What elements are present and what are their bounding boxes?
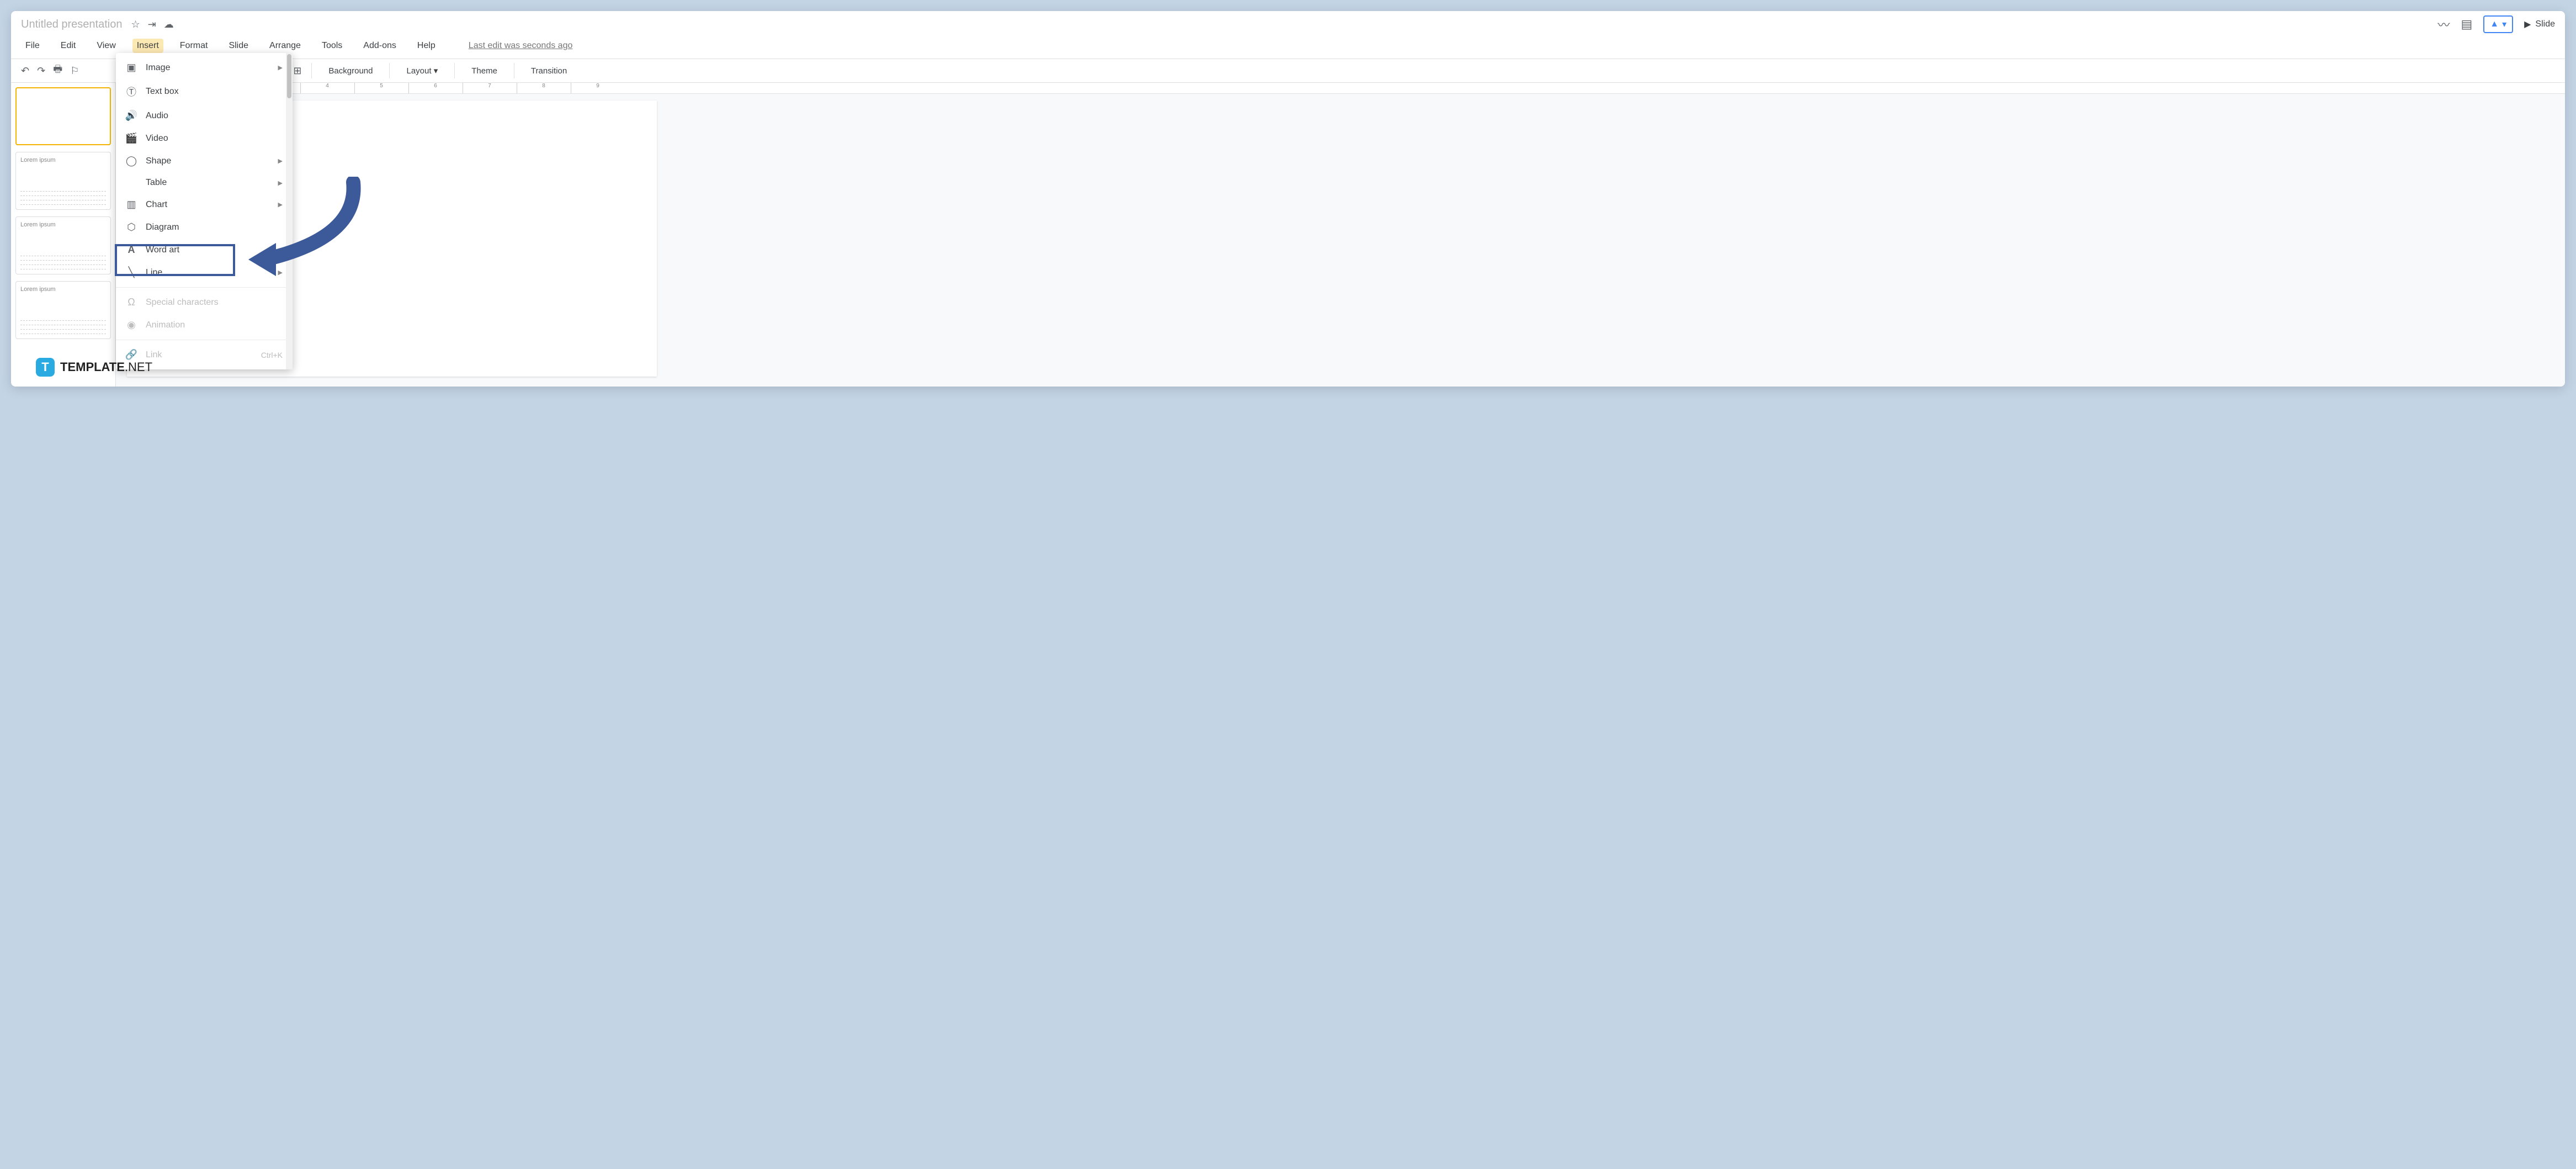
separator — [389, 63, 390, 78]
theme-button[interactable]: Theme — [465, 63, 504, 79]
special-chars-icon: Ω — [126, 297, 137, 308]
menubar: File Edit View Insert Format Slide Arran… — [11, 36, 2565, 59]
app-window: Untitled presentation ☆ ⇥ ☁ 〰 ▤ ▲ ▾ ▶ Sl… — [11, 11, 2565, 387]
title-icons: ☆ ⇥ ☁ — [131, 19, 173, 30]
thumb-label: Lorem ipsum — [20, 286, 56, 293]
document-title[interactable]: Untitled presentation — [21, 18, 122, 31]
slide-thumbnail[interactable]: Lorem ipsum — [15, 281, 111, 339]
titlebar: Untitled presentation ☆ ⇥ ☁ 〰 ▤ ▲ ▾ ▶ Sl… — [11, 11, 2565, 36]
dd-shape[interactable]: ◯Shape▶ — [116, 150, 293, 172]
slideshow-label: Slide — [2535, 19, 2555, 29]
diagram-icon: ⬡ — [126, 221, 137, 233]
present-button[interactable]: ▲ ▾ — [2483, 15, 2513, 33]
ruler-mark: 6 — [408, 83, 463, 93]
dd-audio[interactable]: 🔊Audio — [116, 104, 293, 127]
logo-text: TEMPLATE.NET — [60, 360, 152, 374]
logo-icon: T — [36, 358, 55, 377]
video-icon: 🎬 — [126, 133, 137, 144]
slide-thumbnail[interactable] — [15, 87, 111, 145]
cloud-icon[interactable]: ☁ — [164, 19, 174, 30]
canvas-area: 1 2 3 4 5 6 7 8 9 — [116, 83, 2565, 387]
ruler-mark: 5 — [354, 83, 408, 93]
menu-help[interactable]: Help — [413, 39, 440, 53]
comments-icon[interactable]: ▤ — [2461, 17, 2472, 31]
horizontal-ruler: 1 2 3 4 5 6 7 8 9 — [116, 83, 2565, 94]
watermark-logo: T TEMPLATE.NET — [36, 358, 152, 377]
print-icon[interactable]: 🖶 — [53, 62, 62, 79]
menu-arrange[interactable]: Arrange — [265, 39, 305, 53]
dd-special-chars: ΩSpecial characters — [116, 291, 293, 314]
menu-view[interactable]: View — [92, 39, 120, 53]
menu-insert[interactable]: Insert — [132, 39, 163, 53]
slide-thumbnail[interactable]: Lorem ipsum — [15, 152, 111, 210]
line-icon: ╲ — [126, 267, 137, 278]
slide-thumbnail[interactable]: Lorem ipsum — [15, 216, 111, 274]
slide-panel: Lorem ipsum Lorem ipsum Lorem ipsum — [11, 83, 116, 387]
content-area: Lorem ipsum Lorem ipsum Lorem ipsum 1 2 … — [11, 83, 2565, 387]
redo-icon[interactable]: ↷ — [37, 65, 45, 77]
present-dropdown-icon: ▾ — [2502, 19, 2506, 30]
undo-icon[interactable]: ↶ — [21, 65, 29, 77]
chevron-right-icon: ▶ — [278, 157, 283, 165]
background-button[interactable]: Background — [322, 63, 379, 79]
annotation-arrow — [243, 177, 370, 276]
new-slide-icon[interactable]: ⊞ — [293, 65, 301, 77]
paint-format-icon[interactable]: ⚐ — [70, 65, 79, 77]
dd-animation: ◉Animation — [116, 314, 293, 336]
separator — [311, 63, 312, 78]
shortcut-label: Ctrl+K — [261, 351, 283, 359]
audio-icon: 🔊 — [126, 110, 137, 121]
wordart-icon: A — [126, 244, 137, 256]
present-up-icon: ▲ — [2490, 19, 2499, 29]
last-edit-link[interactable]: Last edit was seconds ago — [469, 41, 573, 51]
ruler-mark: 7 — [463, 83, 517, 93]
chevron-right-icon: ▶ — [278, 64, 283, 71]
thumb-label: Lorem ipsum — [20, 221, 56, 228]
divider — [116, 287, 293, 288]
transition-button[interactable]: Transition — [524, 63, 573, 79]
play-icon: ▶ — [2524, 19, 2531, 30]
dd-image[interactable]: ▣Image▶ — [116, 56, 293, 79]
thumb-lines — [20, 187, 106, 205]
ruler-mark: 8 — [517, 83, 571, 93]
dd-textbox[interactable]: ⓉText box — [116, 79, 293, 104]
menu-addons[interactable]: Add-ons — [359, 39, 401, 53]
image-icon: ▣ — [126, 62, 137, 73]
title-right: 〰 ▤ ▲ ▾ ▶ Slide — [2437, 15, 2555, 33]
menu-file[interactable]: File — [21, 39, 44, 53]
separator — [454, 63, 455, 78]
activity-icon[interactable]: 〰 — [2437, 15, 2450, 33]
thumb-lines — [20, 316, 106, 334]
animation-icon: ◉ — [126, 319, 137, 331]
menu-edit[interactable]: Edit — [56, 39, 81, 53]
slideshow-button[interactable]: ▶ Slide — [2524, 19, 2555, 30]
dd-video[interactable]: 🎬Video — [116, 127, 293, 150]
thumb-lines — [20, 252, 106, 269]
star-icon[interactable]: ☆ — [131, 19, 140, 30]
thumb-label: Lorem ipsum — [20, 157, 56, 163]
shape-icon: ◯ — [126, 155, 137, 167]
toolbar: ↶ ↷ 🖶 ⚐ ⊞ Background Layout ▾ Theme Tran… — [11, 59, 2565, 83]
menu-format[interactable]: Format — [176, 39, 213, 53]
chart-icon: ▥ — [126, 199, 137, 210]
menu-tools[interactable]: Tools — [317, 39, 347, 53]
ruler-mark: 4 — [300, 83, 354, 93]
move-icon[interactable]: ⇥ — [148, 19, 156, 30]
layout-button[interactable]: Layout ▾ — [400, 62, 444, 79]
ruler-mark: 9 — [571, 83, 625, 93]
textbox-icon: Ⓣ — [126, 84, 137, 99]
menu-slide[interactable]: Slide — [224, 39, 253, 53]
